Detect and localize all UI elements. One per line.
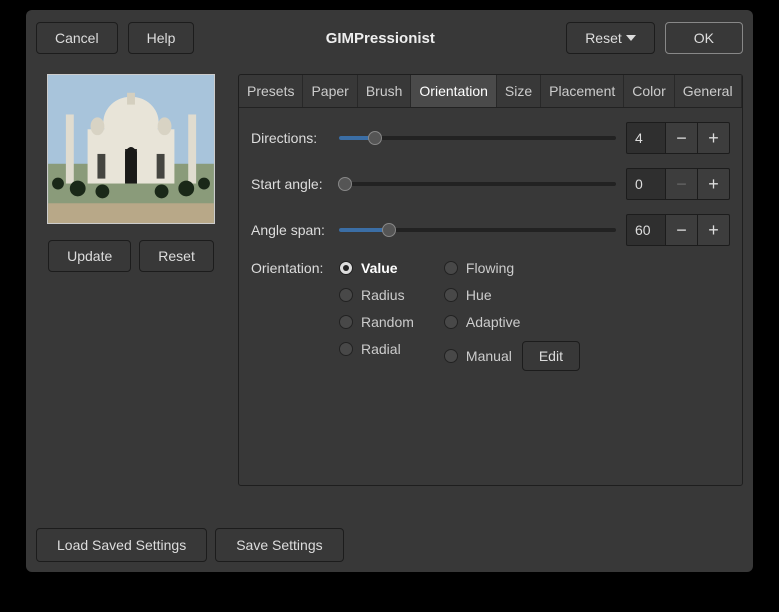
radio-dot-icon bbox=[444, 315, 458, 329]
radio-dot-icon bbox=[444, 261, 458, 275]
radio-adaptive-label: Adaptive bbox=[466, 314, 520, 330]
taj-mahal-illustration bbox=[48, 75, 214, 223]
update-button[interactable]: Update bbox=[48, 240, 131, 272]
radio-dot-icon bbox=[339, 261, 353, 275]
tab-paper[interactable]: Paper bbox=[303, 75, 357, 107]
radio-value[interactable]: Value bbox=[339, 260, 414, 276]
chevron-down-icon bbox=[626, 35, 636, 41]
radio-dot-icon bbox=[444, 349, 458, 363]
preview-image bbox=[47, 74, 215, 224]
start-angle-slider[interactable] bbox=[339, 175, 616, 193]
radio-random[interactable]: Random bbox=[339, 314, 414, 330]
settings-panel: Presets Paper Brush Orientation Size Pla… bbox=[238, 74, 743, 486]
load-saved-settings-button[interactable]: Load Saved Settings bbox=[36, 528, 207, 562]
gimpressionist-dialog: Cancel Help GIMPressionist Reset OK bbox=[26, 10, 753, 572]
preview-reset-button[interactable]: Reset bbox=[139, 240, 214, 272]
tab-brush[interactable]: Brush bbox=[358, 75, 412, 107]
dialog-title: GIMPressionist bbox=[194, 30, 566, 47]
radio-dot-icon bbox=[339, 288, 353, 302]
angle-span-input[interactable] bbox=[626, 214, 666, 246]
radio-value-label: Value bbox=[361, 260, 398, 276]
radio-dot-icon bbox=[339, 342, 353, 356]
start-angle-input[interactable] bbox=[626, 168, 666, 200]
angle-span-slider[interactable] bbox=[339, 221, 616, 239]
preview-column: Update Reset bbox=[36, 74, 226, 486]
directions-input[interactable] bbox=[626, 122, 666, 154]
radio-flowing-label: Flowing bbox=[466, 260, 514, 276]
radio-hue-label: Hue bbox=[466, 287, 492, 303]
radio-manual-label: Manual bbox=[466, 348, 512, 364]
ok-button[interactable]: OK bbox=[665, 22, 743, 54]
angle-span-label: Angle span: bbox=[251, 222, 329, 238]
angle-span-spinner: − + bbox=[626, 214, 730, 246]
radio-radius[interactable]: Radius bbox=[339, 287, 414, 303]
tab-placement[interactable]: Placement bbox=[541, 75, 624, 107]
radio-dot-icon bbox=[444, 288, 458, 302]
radio-dot-icon bbox=[339, 315, 353, 329]
reset-dropdown-button[interactable]: Reset bbox=[566, 22, 655, 54]
start-angle-decrement[interactable]: − bbox=[666, 168, 698, 200]
radio-manual[interactable]: Manual bbox=[444, 348, 512, 364]
directions-spinner: − + bbox=[626, 122, 730, 154]
directions-increment[interactable]: + bbox=[698, 122, 730, 154]
radio-adaptive[interactable]: Adaptive bbox=[444, 314, 580, 330]
edit-button[interactable]: Edit bbox=[522, 341, 580, 371]
start-angle-increment[interactable]: + bbox=[698, 168, 730, 200]
radio-radial-label: Radial bbox=[361, 341, 401, 357]
titlebar: Cancel Help GIMPressionist Reset OK bbox=[36, 20, 743, 56]
tab-general[interactable]: General bbox=[675, 75, 742, 107]
cancel-button[interactable]: Cancel bbox=[36, 22, 118, 54]
tabs: Presets Paper Brush Orientation Size Pla… bbox=[239, 75, 742, 108]
directions-decrement[interactable]: − bbox=[666, 122, 698, 154]
directions-slider[interactable] bbox=[339, 129, 616, 147]
tab-presets[interactable]: Presets bbox=[239, 75, 303, 107]
orientation-radios: Value Radius Random bbox=[339, 260, 580, 371]
radio-radius-label: Radius bbox=[361, 287, 405, 303]
radio-flowing[interactable]: Flowing bbox=[444, 260, 580, 276]
tab-size[interactable]: Size bbox=[497, 75, 541, 107]
angle-span-increment[interactable]: + bbox=[698, 214, 730, 246]
tab-orientation[interactable]: Orientation bbox=[411, 75, 496, 107]
radio-random-label: Random bbox=[361, 314, 414, 330]
orientation-tab-body: Directions: − + Start angle: bbox=[239, 108, 742, 485]
start-angle-label: Start angle: bbox=[251, 176, 329, 192]
help-button[interactable]: Help bbox=[128, 22, 195, 54]
reset-label: Reset bbox=[585, 30, 622, 46]
radio-radial[interactable]: Radial bbox=[339, 341, 414, 357]
orientation-label: Orientation: bbox=[251, 260, 329, 276]
start-angle-spinner: − + bbox=[626, 168, 730, 200]
radio-hue[interactable]: Hue bbox=[444, 287, 580, 303]
tab-color[interactable]: Color bbox=[624, 75, 674, 107]
save-settings-button[interactable]: Save Settings bbox=[215, 528, 343, 562]
directions-label: Directions: bbox=[251, 130, 329, 146]
angle-span-decrement[interactable]: − bbox=[666, 214, 698, 246]
bottom-buttons: Load Saved Settings Save Settings bbox=[36, 528, 344, 562]
